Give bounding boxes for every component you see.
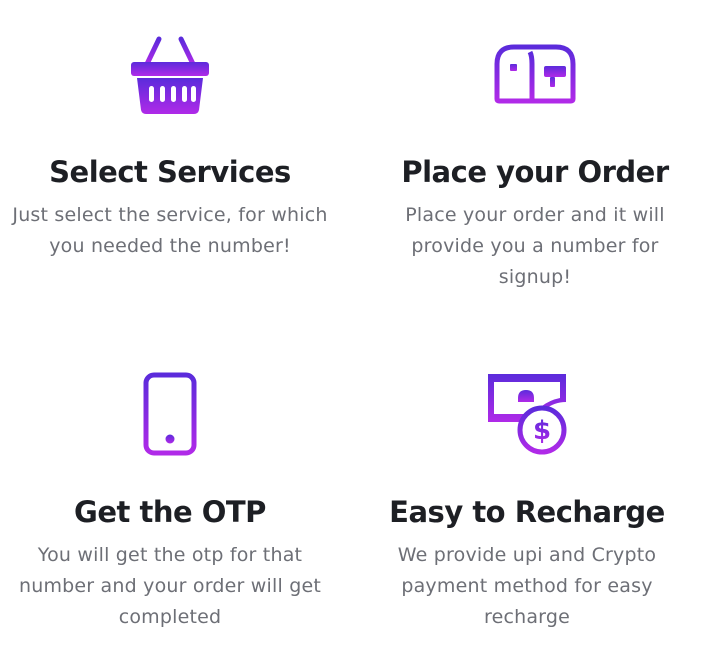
feature-card-easy-recharge: $ Easy to Recharge We provide upi and Cr… (357, 374, 697, 633)
feature-description: Place your order and it will provide you… (365, 200, 705, 293)
feature-icon-wrap (0, 372, 340, 456)
mailbox-icon (494, 44, 576, 104)
feature-description: You will get the otp for that number and… (0, 540, 340, 633)
feature-description: We provide upi and Crypto payment method… (357, 540, 697, 633)
feature-card-select-services: Select Services Just select the service,… (0, 34, 340, 262)
feature-description: Just select the service, for which you n… (0, 200, 340, 262)
feature-description-line: you needed the number! (49, 235, 291, 257)
money-recharge-icon: $ (488, 374, 567, 455)
feature-description-line: completed (118, 606, 222, 628)
feature-title: Easy to Recharge (389, 495, 665, 529)
feature-description-line: We provide upi and Crypto (397, 544, 657, 566)
feature-icon-wrap: $ (357, 374, 697, 455)
feature-card-place-order: Place your Order Place your order and it… (365, 34, 705, 293)
feature-description-line: signup! (498, 266, 572, 288)
feature-title: Select Services (49, 155, 291, 189)
feature-icon-wrap (0, 34, 340, 114)
feature-title: Place your Order (401, 155, 669, 189)
features-grid: Select Services Just select the service,… (0, 0, 720, 671)
feature-description-line: provide you a number for (411, 235, 659, 257)
feature-icon-wrap (365, 34, 705, 114)
basket-icon (131, 36, 209, 114)
feature-description-line: number and your order will get (18, 575, 322, 597)
feature-description-line: payment method for easy (401, 575, 653, 597)
feature-description-line: You will get the otp for that (37, 544, 303, 566)
feature-description-line: Just select the service, for which (12, 204, 328, 226)
smartphone-icon (143, 372, 197, 456)
feature-card-get-otp: Get the OTP You will get the otp for tha… (0, 372, 340, 633)
feature-description-line: Place your order and it will (405, 204, 665, 226)
feature-title: Get the OTP (74, 495, 266, 529)
svg-text:$: $ (533, 416, 551, 446)
feature-description-line: recharge (483, 606, 571, 628)
